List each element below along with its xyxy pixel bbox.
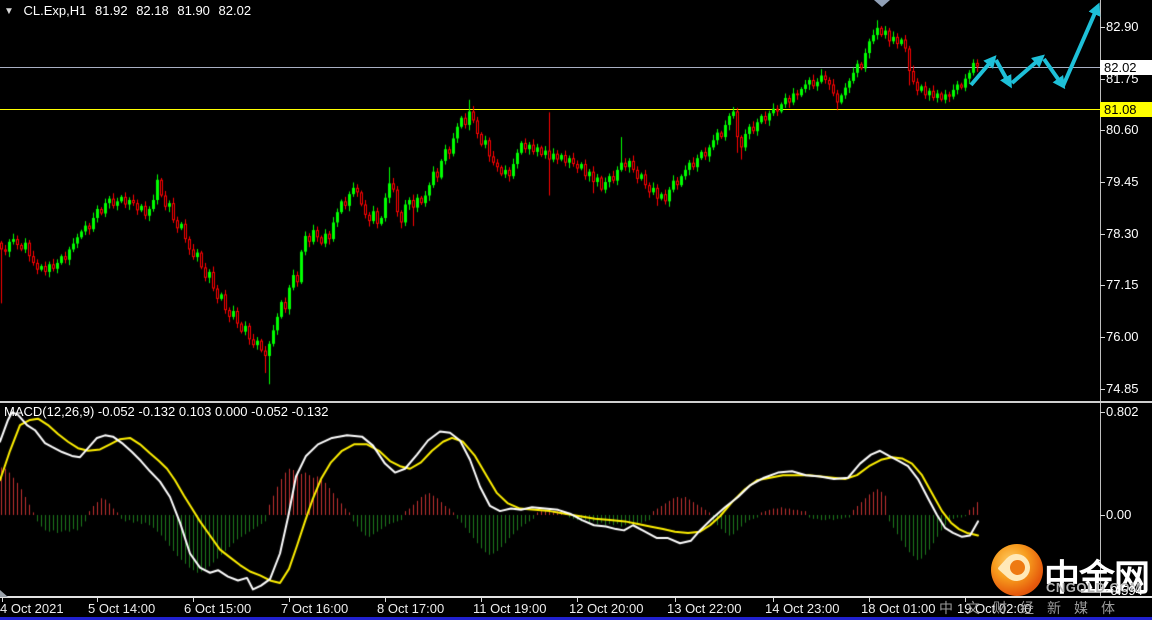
time-axis-label: 18 Oct 01:00	[861, 601, 936, 616]
time-axis-label: 12 Oct 20:00	[569, 601, 644, 616]
price-axis-label: 77.15	[1106, 277, 1139, 292]
macd-axis-tick	[1100, 412, 1105, 413]
symbol-title: CL.Exp,H1	[23, 3, 87, 18]
watermark-tagline-text: 中文财经新媒体	[939, 600, 1128, 616]
resize-corner-icon[interactable]	[0, 590, 8, 597]
time-axis-label: 7 Oct 16:00	[281, 601, 349, 616]
indicator-label: MACD(12,26,9) -0.052 -0.132 0.103 0.000 …	[4, 404, 329, 419]
time-axis-label: 8 Oct 17:00	[377, 601, 445, 616]
symbol-dropdown-icon[interactable]: ▼	[4, 4, 14, 20]
sell-signal-marker-icon[interactable]	[874, 0, 890, 7]
macd-axis-label: -0.594	[1106, 583, 1143, 598]
quote-close: 82.02	[218, 3, 252, 18]
price-chart-canvas[interactable]	[0, 0, 1152, 620]
price-axis-tick	[1100, 389, 1105, 390]
time-axis-label: 6 Oct 15:00	[184, 601, 252, 616]
time-axis-label: 4 Oct 2021	[0, 601, 64, 616]
logo-swirl-inner-icon	[1010, 560, 1025, 575]
time-axis-label: 5 Oct 14:00	[88, 601, 156, 616]
price-axis-label: 82.90	[1106, 19, 1139, 34]
panel-separator[interactable]	[0, 401, 1152, 403]
price-axis-label: 76.00	[1106, 329, 1139, 344]
macd-axis-label: 0.802	[1106, 404, 1139, 419]
price-axis-tick	[1100, 27, 1105, 28]
price-axis-label: 79.45	[1106, 174, 1139, 189]
quote-high: 82.18	[136, 3, 169, 18]
price-axis-tick	[1100, 234, 1105, 235]
price-axis-label: 80.60	[1106, 122, 1139, 137]
price-axis-tick	[1100, 285, 1105, 286]
macd-axis-tick	[1100, 515, 1105, 516]
quote-open: 81.92	[95, 3, 128, 18]
quote-low: 81.90	[177, 3, 210, 18]
level-price-tag: 81.08	[1100, 102, 1152, 117]
time-axis-label: 13 Oct 22:00	[667, 601, 742, 616]
price-axis-label: 78.30	[1106, 226, 1139, 241]
time-axis-label: 11 Oct 19:00	[473, 601, 547, 616]
price-axis-tick	[1100, 182, 1105, 183]
price-axis-tick	[1100, 79, 1105, 80]
price-axis-label: 74.85	[1106, 381, 1139, 396]
symbol-header: ▼ CL.Exp,H1 81.92 82.18 81.90 82.02	[4, 3, 256, 20]
chart-window: ▼ CL.Exp,H1 81.92 82.18 81.90 82.02 MACD…	[0, 0, 1152, 620]
price-axis-tick	[1100, 130, 1105, 131]
macd-axis-label: 0.00	[1106, 507, 1132, 522]
current-price-tag: 82.02	[1100, 60, 1152, 75]
price-axis-tick	[1100, 337, 1105, 338]
time-axis-label: 14 Oct 23:00	[765, 601, 840, 616]
price-axis-line	[1100, 0, 1101, 597]
